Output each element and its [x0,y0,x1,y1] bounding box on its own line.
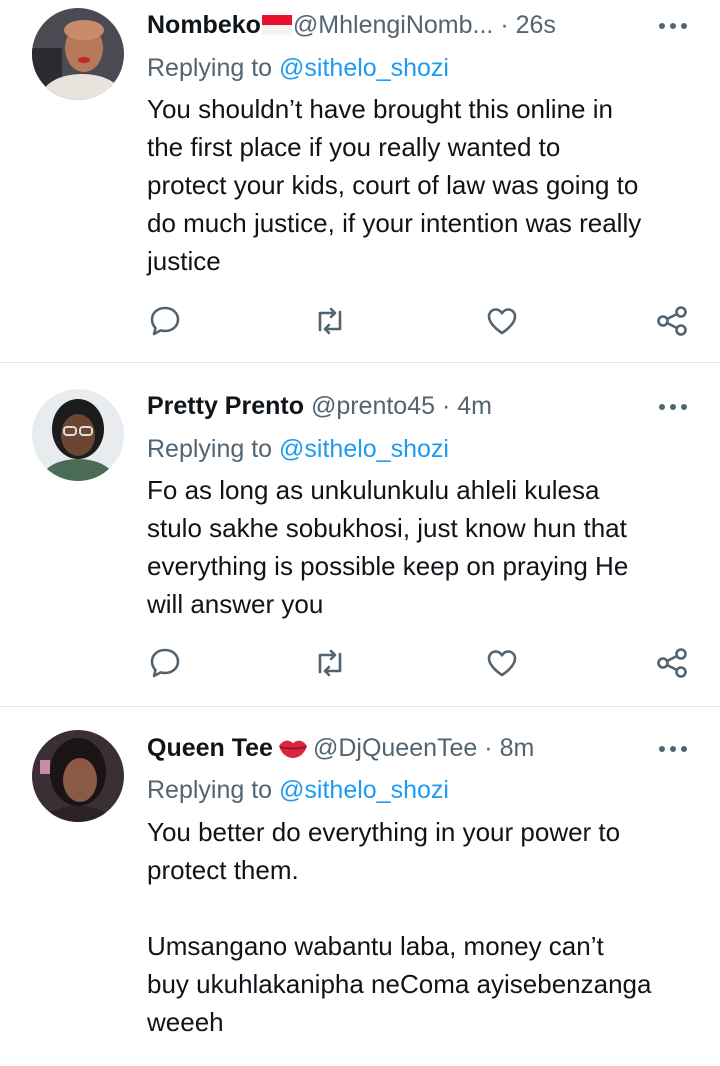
tweet-divider [0,706,720,707]
replying-to: Replying to @sithelo_shozi [147,772,449,808]
tweet-text: You shouldn’t have brought this online i… [147,94,642,276]
share-icon[interactable] [655,304,689,338]
display-name[interactable]: Queen Tee [147,734,273,762]
tweet-header: Pretty Prento @prento45 · 4m [147,388,620,424]
kiss-lips-icon [277,733,309,758]
display-name[interactable]: Pretty Prento [147,392,304,420]
share-icon[interactable] [655,646,689,680]
tweet-text: Fo as long as unkulunkulu ahleli kulesa … [147,475,629,619]
timestamp[interactable]: 8m [500,734,535,762]
replying-to: Replying to @sithelo_shozi [147,50,449,86]
avatar[interactable] [32,389,124,481]
replying-prefix: Replying to [147,54,280,82]
mention-link[interactable]: @sithelo_shozi [279,54,449,82]
action-bar [0,646,720,682]
retweet-icon[interactable] [313,646,347,680]
replying-prefix: Replying to [147,776,280,804]
more-options-icon[interactable] [656,397,690,417]
like-icon[interactable] [485,304,519,338]
retweet-icon[interactable] [313,304,347,338]
tweet-header: Nombeko @MhlengiNomb... · 26s [147,7,620,43]
avatar[interactable] [32,8,124,100]
reply-icon[interactable] [148,646,182,680]
tweet-1[interactable]: Nombeko @MhlengiNomb... · 26s Replying to… [0,0,720,360]
tweet-2[interactable]: Pretty Prento @prento45 · 4m Replying to… [0,364,720,704]
user-handle[interactable]: @MhlengiNomb... [293,11,493,39]
avatar[interactable] [32,730,124,822]
indonesia-flag-icon [261,9,292,35]
separator-dot: · [500,11,509,39]
like-icon[interactable] [485,646,519,680]
timestamp[interactable]: 4m [457,392,492,420]
replying-to: Replying to @sithelo_shozi [147,431,449,467]
user-handle[interactable]: @prento45 [311,392,435,420]
tweet-divider [0,362,720,363]
reply-icon[interactable] [148,304,182,338]
tweet-3[interactable]: Queen Tee @DjQueenTee · 8m Replying to @s… [0,708,720,1066]
more-options-icon[interactable] [656,16,690,36]
tweet-header: Queen Tee @DjQueenTee · 8m [147,730,620,766]
more-options-icon[interactable] [656,739,690,759]
mention-link[interactable]: @sithelo_shozi [279,435,449,463]
action-bar [0,304,720,340]
replying-prefix: Replying to [147,435,280,463]
separator-dot: · [441,392,451,420]
display-name[interactable]: Nombeko [147,11,261,39]
mention-link[interactable]: @sithelo_shozi [279,776,449,804]
tweet-text: You better do everything in your power t… [147,817,652,1037]
timestamp[interactable]: 26s [516,11,556,39]
separator-dot: · [484,734,493,762]
user-handle[interactable]: @DjQueenTee [313,734,477,762]
